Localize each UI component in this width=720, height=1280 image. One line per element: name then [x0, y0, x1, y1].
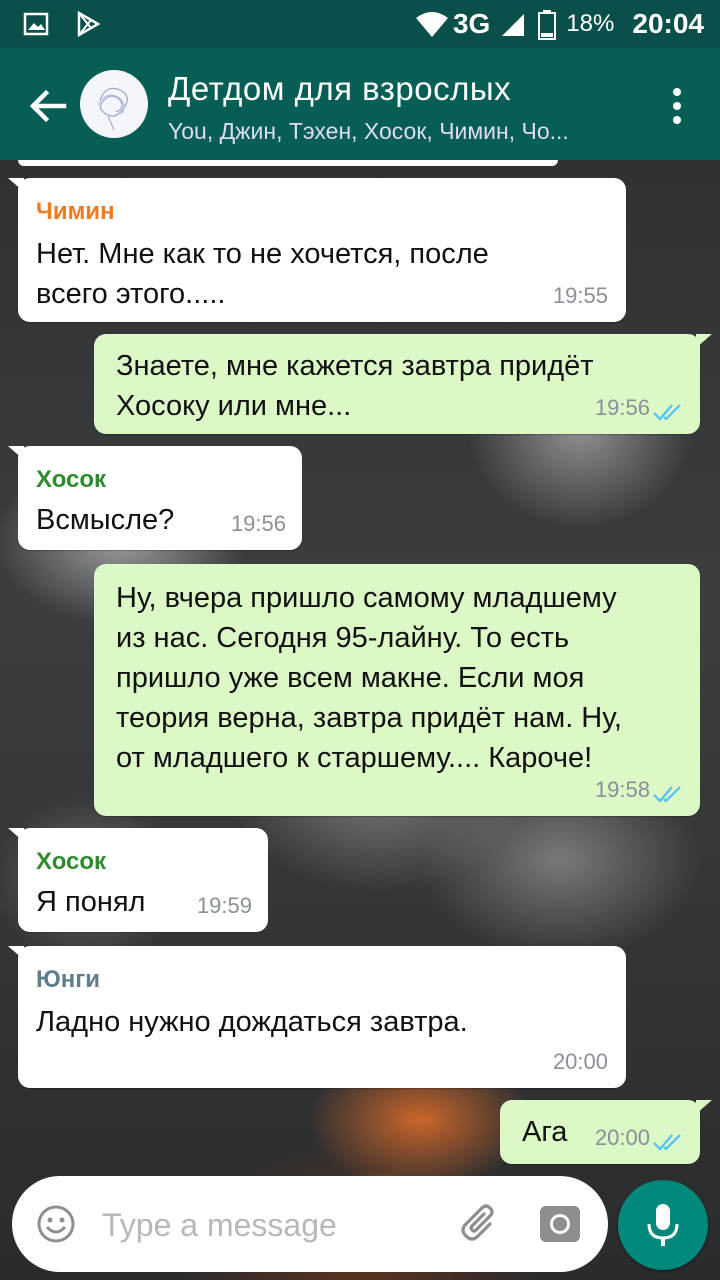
message-time: 19:58: [594, 777, 650, 802]
voice-record-button[interactable]: [618, 1180, 708, 1270]
message-outgoing[interactable]: Ага 20:00: [500, 1100, 712, 1164]
message-time: 19:59: [196, 893, 252, 918]
emoji-button[interactable]: [36, 1204, 76, 1244]
message-sender: Чимин: [36, 198, 115, 225]
battery-percent: 18%: [566, 10, 615, 37]
message-outgoing[interactable]: Знаете, мне кажется завтра придёт Хосоку…: [94, 334, 712, 434]
double-check-icon: [653, 786, 681, 803]
message-time: 20:00: [552, 1049, 608, 1074]
message-list[interactable]: Чимин Нет. Мне как то не хочется, после …: [0, 160, 720, 1170]
message-text: Знаете, мне кажется завтра придёт Хосоку…: [116, 350, 594, 422]
status-bar: 3G 18% 20:04: [0, 0, 720, 48]
mic-icon: [647, 1204, 679, 1246]
message-incoming[interactable]: Хосок Всмысле? 19:56: [8, 446, 302, 550]
message-time: 20:00: [594, 1125, 650, 1150]
message-text: Нет. Мне как то не хочется, после всего …: [36, 238, 489, 310]
message-text: Ладно нужно дождаться завтра.: [36, 1006, 468, 1038]
emoji-icon: [36, 1205, 76, 1248]
clock: 20:04: [632, 8, 704, 39]
camera-icon: [538, 1206, 582, 1250]
previous-message-partial: [18, 160, 558, 166]
message-time: 19:55: [552, 283, 608, 308]
network-type: 3G: [452, 8, 491, 39]
back-arrow-icon: [26, 89, 70, 132]
message-text: Я понял: [36, 886, 146, 918]
message-time: 19:56: [230, 511, 286, 536]
message-text: Всмысле?: [36, 504, 175, 536]
attach-icon: [458, 1204, 502, 1250]
group-avatar[interactable]: [80, 70, 148, 138]
attach-button[interactable]: [458, 1202, 502, 1246]
message-incoming[interactable]: Чимин Нет. Мне как то не хочется, после …: [8, 178, 626, 322]
message-incoming[interactable]: Юнги Ладно нужно дождаться завтра. 20:00: [8, 946, 626, 1088]
message-input[interactable]: [100, 1200, 434, 1250]
more-options-button[interactable]: [670, 86, 684, 126]
gallery-icon: [22, 10, 50, 38]
message-sender: Хосок: [36, 466, 107, 493]
message-text: Ну, вчера пришло самому младшему из нас.…: [116, 582, 622, 774]
play-store-icon: [74, 10, 102, 38]
message-sender: Хосок: [36, 848, 107, 875]
group-avatar-icon: [80, 87, 148, 138]
more-vert-icon: [670, 88, 684, 130]
wifi-icon: [415, 10, 448, 38]
chat-header: Детдом для взрослых You, Джин, Тэхен, Хо…: [0, 48, 720, 160]
message-incoming[interactable]: Хосок Я понял 19:59: [8, 828, 268, 932]
chat-title[interactable]: Детдом для взрослых: [168, 70, 511, 108]
double-check-icon: [653, 404, 681, 421]
message-sender: Юнги: [36, 966, 100, 993]
camera-button[interactable]: [538, 1202, 582, 1246]
battery-icon: [538, 10, 557, 40]
double-check-icon: [653, 1134, 681, 1151]
signal-icon: [500, 10, 528, 38]
message-time: 19:56: [594, 395, 650, 420]
message-composer: [12, 1176, 608, 1272]
chat-participants[interactable]: You, Джин, Тэхен, Хосок, Чимин, Чо...: [168, 118, 628, 145]
message-text: Ага: [522, 1116, 568, 1148]
back-button[interactable]: [26, 84, 70, 128]
message-outgoing[interactable]: Ну, вчера пришло самому младшему из нас.…: [94, 564, 700, 816]
